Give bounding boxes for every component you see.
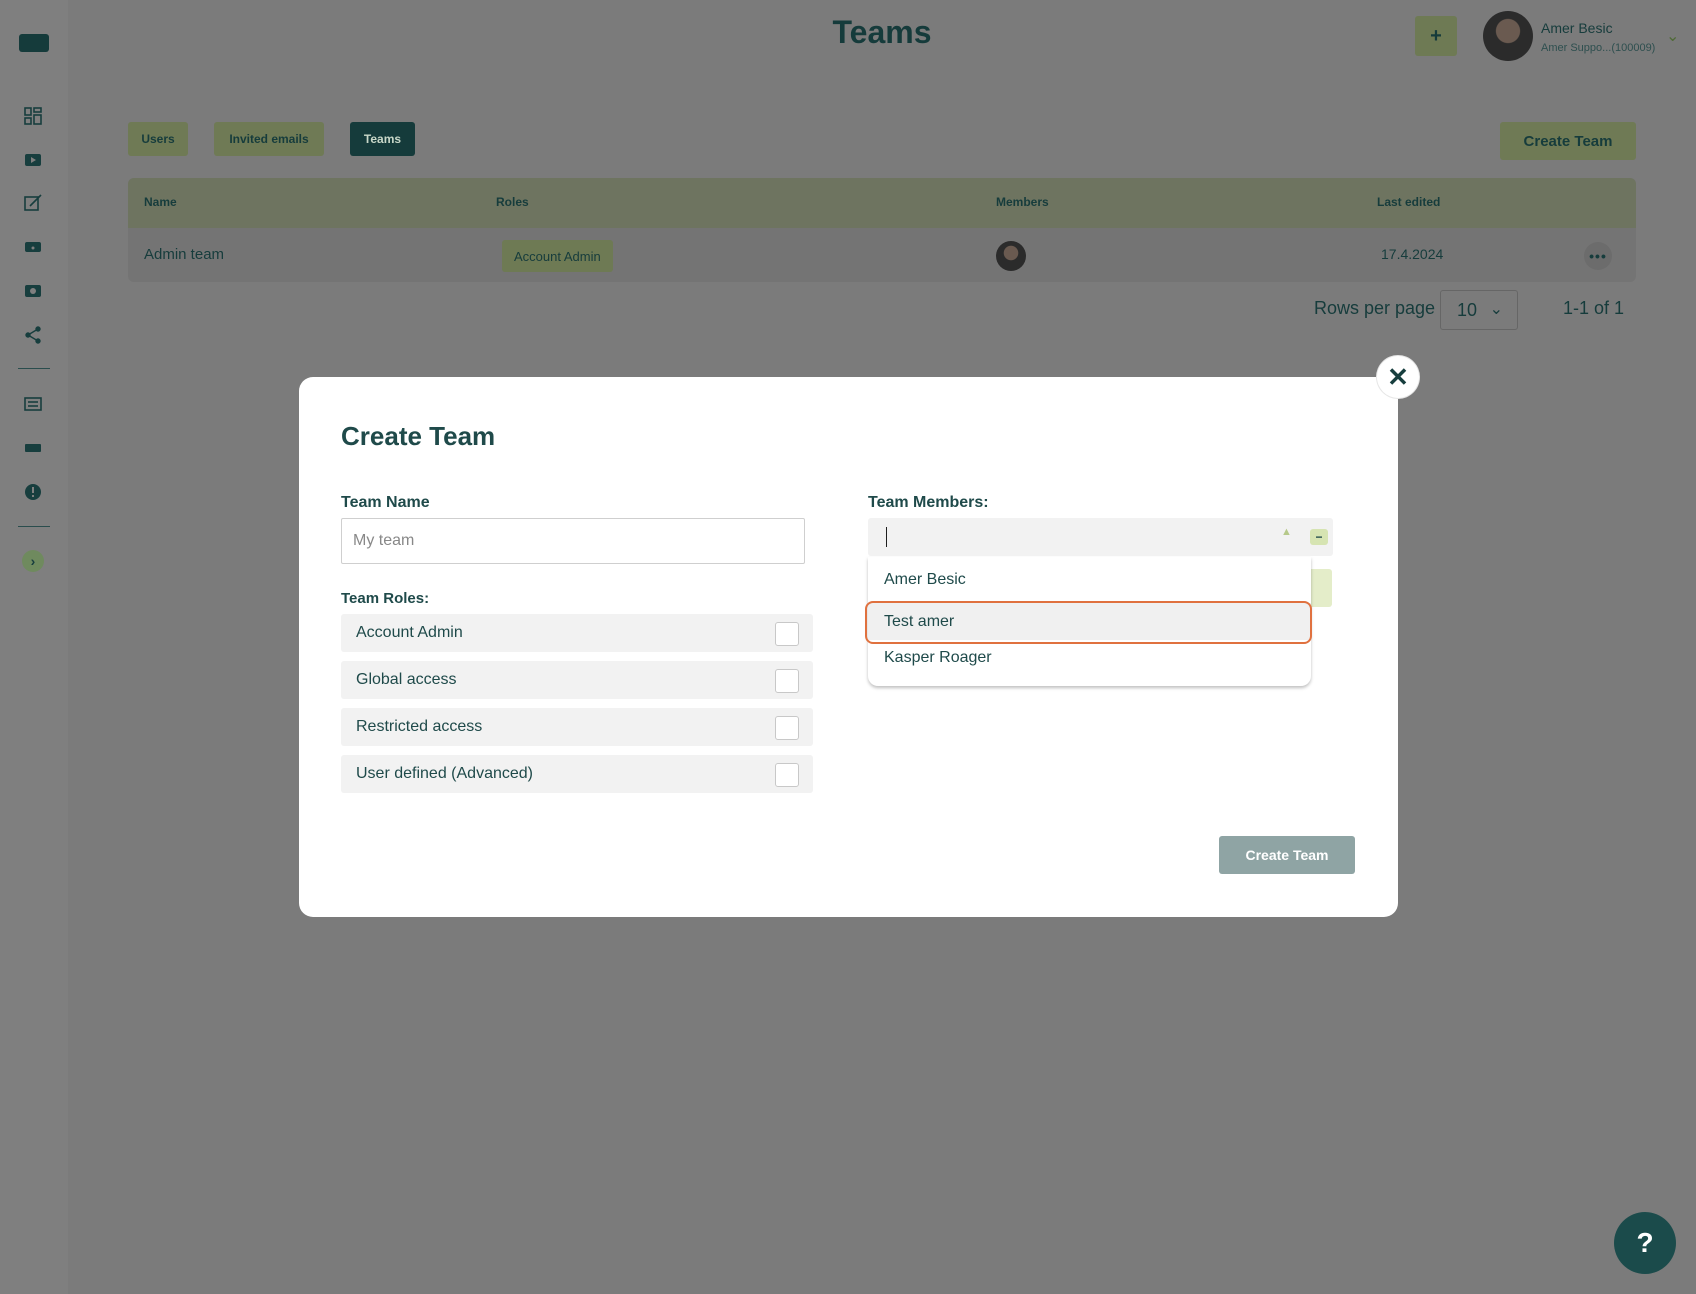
- create-team-modal: Create Team Team Name My team Team Roles…: [299, 377, 1398, 917]
- sidebar: ›: [0, 0, 68, 1294]
- role-label: Global access: [356, 671, 457, 688]
- team-name-placeholder: My team: [353, 532, 415, 549]
- option-focus-outline: [865, 601, 1312, 644]
- card-icon[interactable]: [22, 437, 44, 459]
- team-roles-label: Team Roles:: [341, 590, 430, 607]
- more-options-icon[interactable]: •••: [1584, 242, 1612, 270]
- add-button[interactable]: +: [1415, 16, 1457, 56]
- edit-icon[interactable]: [22, 192, 44, 214]
- text-cursor: [886, 527, 887, 547]
- role-checkbox[interactable]: [775, 622, 799, 646]
- create-team-button[interactable]: Create Team: [1500, 122, 1636, 160]
- close-icon[interactable]: ✕: [1377, 356, 1419, 398]
- sidebar-divider: [18, 526, 50, 527]
- modal-title: Create Team: [341, 421, 496, 451]
- rows-per-page-select[interactable]: 10 ⌄: [1440, 290, 1518, 330]
- sidebar-divider: [18, 368, 50, 369]
- team-members-input[interactable]: ▲ −: [868, 518, 1333, 556]
- team-name-input[interactable]: My team: [341, 518, 805, 564]
- chevron-down-icon: ⌄: [1489, 301, 1503, 318]
- avatar[interactable]: [1483, 11, 1533, 61]
- role-badge: Account Admin: [502, 240, 613, 272]
- role-row-account-admin[interactable]: Account Admin: [341, 614, 813, 652]
- column-header-last-edited[interactable]: Last edited: [1377, 195, 1440, 209]
- modal-create-team-button[interactable]: Create Team: [1219, 836, 1355, 874]
- remove-member-icon[interactable]: −: [1310, 529, 1328, 545]
- dropdown-option[interactable]: Kasper Roager: [868, 639, 1311, 676]
- wifi-icon[interactable]: [22, 236, 44, 258]
- user-name[interactable]: Amer Besic: [1541, 20, 1613, 36]
- role-checkbox[interactable]: [775, 669, 799, 693]
- last-edited-cell: 17.4.2024: [1381, 246, 1444, 262]
- user-account: Amer Suppo...(100009): [1541, 42, 1656, 54]
- rows-per-page-value: 10: [1457, 299, 1478, 320]
- expand-sidebar-icon[interactable]: ›: [22, 550, 44, 572]
- member-avatar: [996, 241, 1026, 271]
- dashboard-icon[interactable]: [22, 105, 44, 127]
- chevron-down-icon[interactable]: ⌄: [1666, 26, 1679, 46]
- team-name-label: Team Name: [341, 494, 430, 511]
- team-members-label: Team Members:: [868, 494, 989, 511]
- tab-users[interactable]: Users: [128, 122, 188, 156]
- rows-per-page-label: Rows per page: [1314, 298, 1436, 318]
- tab-invited-emails[interactable]: Invited emails: [214, 122, 324, 156]
- teams-table: Name Roles Members Last edited Admin tea…: [128, 178, 1636, 282]
- role-label: Restricted access: [356, 718, 483, 735]
- column-header-members[interactable]: Members: [996, 195, 1049, 209]
- role-label: Account Admin: [356, 624, 463, 641]
- pagination-range: 1-1 of 1: [1563, 298, 1625, 318]
- tab-teams[interactable]: Teams: [350, 122, 415, 156]
- role-row-user-defined[interactable]: User defined (Advanced): [341, 755, 813, 793]
- add-member-button[interactable]: [1310, 569, 1332, 607]
- role-row-restricted-access[interactable]: Restricted access: [341, 708, 813, 746]
- table-header: Name Roles Members Last edited: [128, 178, 1636, 228]
- role-label: User defined (Advanced): [356, 765, 533, 782]
- dropdown-option[interactable]: Amer Besic: [868, 561, 1311, 598]
- app-logo[interactable]: [19, 34, 49, 52]
- role-row-global-access[interactable]: Global access: [341, 661, 813, 699]
- column-header-name[interactable]: Name: [144, 195, 177, 209]
- role-checkbox[interactable]: [775, 763, 799, 787]
- share-icon[interactable]: [22, 324, 44, 346]
- camera-icon[interactable]: [22, 280, 44, 302]
- role-checkbox[interactable]: [775, 716, 799, 740]
- help-button[interactable]: ?: [1614, 1212, 1676, 1274]
- media-icon[interactable]: [22, 148, 44, 170]
- chevron-up-icon[interactable]: ▲: [1281, 526, 1292, 538]
- list-icon[interactable]: [22, 393, 44, 415]
- column-header-roles[interactable]: Roles: [496, 195, 529, 209]
- team-name-cell[interactable]: Admin team: [144, 246, 224, 263]
- alert-icon[interactable]: [22, 481, 44, 503]
